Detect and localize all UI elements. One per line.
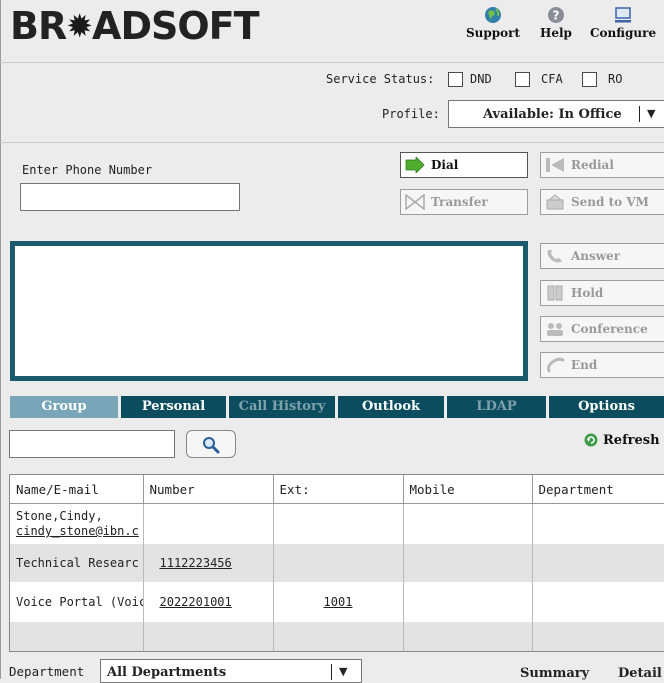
tab-options[interactable]: Options — [549, 396, 664, 418]
table-row[interactable]: Stone,Cindy, cindy_stone@ibn.c — [10, 503, 664, 544]
column-header-department[interactable]: Department — [532, 475, 664, 504]
phone-number-label: Enter Phone Number — [22, 163, 153, 177]
refresh-icon[interactable] — [584, 433, 598, 447]
hold-button[interactable]: Hold — [540, 280, 664, 306]
voicemail-icon — [546, 194, 564, 210]
row-mobile-cell — [403, 582, 533, 622]
row-number-cell: 1112223456 — [143, 544, 274, 582]
table-row[interactable]: Technical Researc 1112223456 — [10, 544, 664, 582]
row-department-cell — [532, 544, 664, 582]
phone-handset-icon — [547, 250, 562, 263]
department-select-divider — [331, 664, 332, 680]
dnd-label: DND — [470, 72, 492, 86]
table-header-row: Name/E-mail Number Ext: Mobile Departmen… — [10, 475, 664, 504]
service-status-label: Service Status: — [326, 72, 435, 86]
ext-link[interactable]: 1001 — [324, 595, 353, 609]
department-select[interactable]: All Departments ▼ — [100, 659, 362, 683]
dial-arrow-icon — [405, 157, 425, 173]
help-icon: ? — [547, 7, 564, 23]
column-header-name[interactable]: Name/E-mail — [10, 475, 144, 504]
row-ext-cell: 1001 — [273, 582, 404, 622]
row-department-cell — [532, 503, 664, 544]
table-row[interactable]: Voice Portal (Voic 2022201001 1001 — [10, 582, 664, 622]
ro-label: RO — [608, 72, 623, 86]
row-name-cell: Technical Researc — [10, 544, 144, 582]
svg-text:?: ? — [552, 9, 559, 23]
cfa-checkbox[interactable] — [515, 72, 530, 87]
row-ext-cell — [273, 544, 404, 582]
tab-call-history[interactable]: Call History — [229, 396, 335, 418]
profile-select[interactable]: Available: In Office ▼ — [448, 100, 664, 128]
dnd-checkbox[interactable] — [448, 72, 463, 87]
row-name-cell: Voice Portal (Voic — [10, 582, 144, 622]
monitor-icon — [615, 7, 632, 23]
department-label: Department — [9, 664, 85, 679]
transfer-button[interactable]: Transfer — [400, 189, 528, 215]
row-ext-cell — [273, 503, 404, 544]
table-row-empty — [10, 622, 664, 651]
cfa-label: CFA — [541, 72, 563, 86]
active-calls-panel — [10, 241, 528, 381]
column-header-mobile[interactable]: Mobile — [403, 475, 533, 504]
row-number-cell: 2022201001 — [143, 582, 274, 622]
tab-outlook[interactable]: Outlook — [338, 396, 444, 418]
phone-number-input[interactable] — [20, 183, 240, 211]
search-icon — [203, 437, 220, 454]
send-to-vm-button[interactable]: Send to VM — [540, 189, 664, 215]
profile-select-divider — [639, 106, 640, 122]
configure-button[interactable]: Configure — [590, 6, 656, 40]
conference-icon — [547, 323, 563, 336]
redial-button[interactable]: Redial — [540, 152, 664, 178]
profile-label: Profile: — [382, 107, 440, 121]
redial-icon — [546, 158, 564, 172]
tab-group[interactable]: Group — [10, 396, 118, 418]
tab-personal[interactable]: Personal — [121, 396, 226, 418]
tab-ldap[interactable]: LDAP — [447, 396, 546, 418]
search-button[interactable] — [186, 430, 236, 458]
directory-search-input[interactable] — [9, 430, 175, 458]
header-divider — [0, 62, 664, 63]
row-mobile-cell — [403, 544, 533, 582]
answer-button[interactable]: Answer — [540, 243, 664, 269]
row-number-cell — [143, 503, 274, 544]
help-button[interactable]: ? Help — [540, 6, 572, 40]
pause-icon — [547, 285, 563, 301]
number-link[interactable]: 1112223456 — [160, 556, 232, 570]
row-name-cell: Stone,Cindy, cindy_stone@ibn.c — [10, 503, 144, 544]
column-header-number[interactable]: Number — [143, 475, 274, 504]
column-header-ext[interactable]: Ext: — [273, 475, 404, 504]
conference-button[interactable]: Conference — [540, 316, 664, 342]
row-mobile-cell — [403, 503, 533, 544]
row-department-cell — [532, 582, 664, 622]
transfer-icon — [405, 194, 425, 210]
broadsoft-logo: BR✹ADSOFT — [10, 4, 260, 48]
profile-value: Available: In Office — [483, 107, 622, 122]
directory-table: Name/E-mail Number Ext: Mobile Departmen… — [9, 474, 664, 652]
chevron-down-icon: ▼ — [647, 107, 656, 120]
department-value: All Departments — [107, 665, 227, 680]
support-button[interactable]: Support — [466, 6, 520, 40]
dial-button[interactable]: Dial — [400, 152, 528, 178]
end-call-button[interactable]: End — [540, 352, 664, 378]
ro-checkbox[interactable] — [582, 72, 597, 87]
globe-icon — [485, 7, 502, 23]
chevron-down-icon: ▼ — [339, 665, 348, 678]
end-call-icon — [547, 357, 565, 373]
refresh-button[interactable]: Refresh — [603, 433, 660, 448]
logo-star-icon: ✹ — [66, 7, 93, 45]
number-link[interactable]: 2022201001 — [160, 595, 232, 609]
section-divider — [0, 142, 664, 143]
email-link[interactable]: cindy_stone@ibn.c — [16, 524, 142, 539]
